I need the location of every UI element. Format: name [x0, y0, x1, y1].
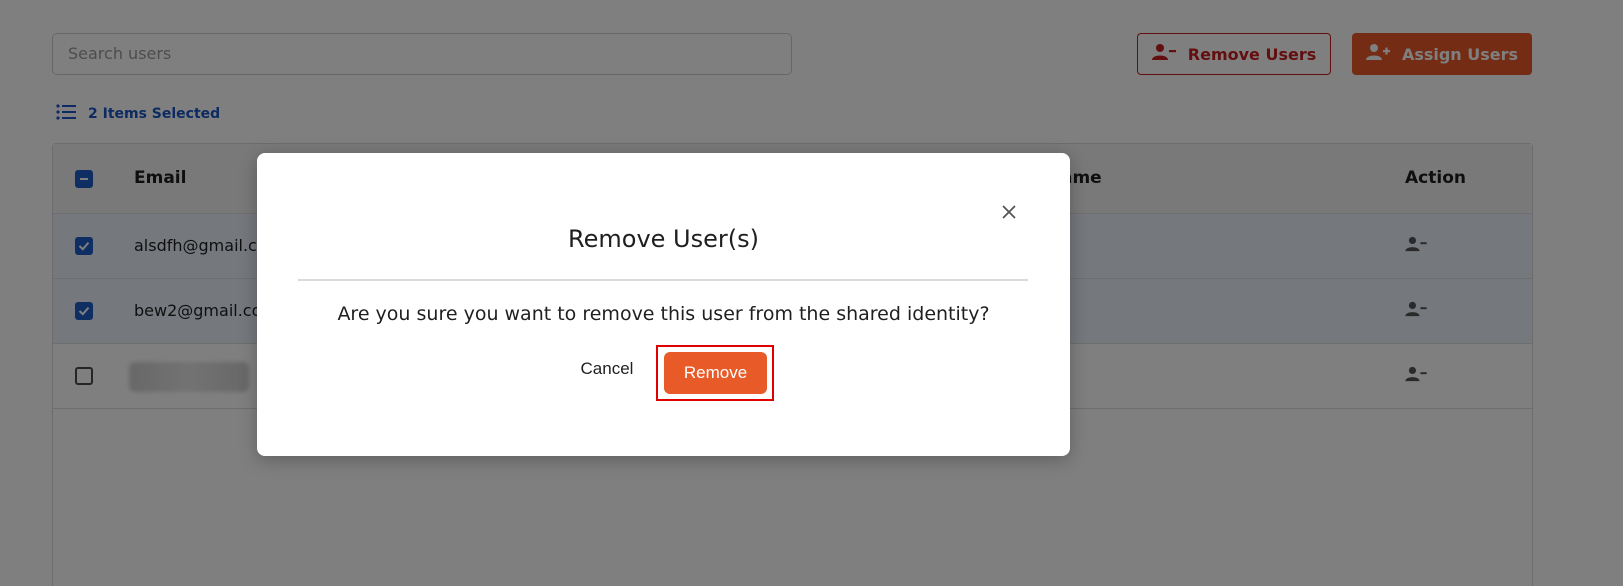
close-icon[interactable] [995, 198, 1023, 226]
dialog-message: Are you sure you want to remove this use… [337, 303, 990, 325]
remove-users-dialog: Remove User(s) Are you sure you want to … [257, 153, 1070, 456]
confirm-remove-button[interactable]: Remove [664, 352, 767, 394]
dialog-title: Remove User(s) [568, 225, 759, 253]
cancel-button[interactable]: Cancel [560, 349, 654, 389]
page: Search users Remove Users Assign Users [0, 0, 1623, 586]
dialog-divider [298, 279, 1028, 281]
